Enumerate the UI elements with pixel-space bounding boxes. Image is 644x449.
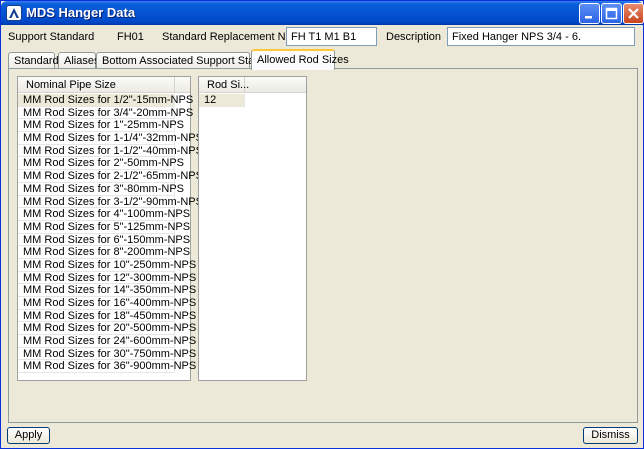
grid-header: Rod Si...	[199, 77, 306, 93]
dismiss-button[interactable]: Dismiss	[583, 427, 638, 444]
nominal-pipe-size-grid[interactable]: Nominal Pipe Size MM Rod Sizes for 1/2"-…	[17, 76, 203, 381]
close-button[interactable]	[623, 3, 644, 24]
table-cell: MM Rod Sizes for 6"-150mm-NPS	[18, 233, 190, 247]
table-cell: MM Rod Sizes for 18"-450mm-NPS	[18, 309, 196, 323]
support-standard-value: FH01	[117, 31, 144, 43]
hanger-data-window: MDS Hanger Data Support Standard FH01 St…	[0, 0, 644, 449]
table-cell: MM Rod Sizes for 16"-400mm-NPS	[18, 297, 196, 310]
minimize-icon	[585, 16, 592, 19]
table-cell: MM Rod Sizes for 36"-900mm-NPS	[18, 360, 196, 374]
table-cell: MM Rod Sizes for 1-1/2"-40mm-NPS	[18, 144, 203, 158]
description-label: Description	[386, 31, 442, 43]
table-cell: MM Rod Sizes for 3/4"-20mm-NPS	[18, 106, 193, 120]
table-cell: MM Rod Sizes for 2-1/2"-65mm-NPS	[18, 170, 203, 183]
tab-allowed-rod-sizes[interactable]: Allowed Rod Sizes	[251, 49, 349, 70]
table-cell: MM Rod Sizes for 4"-100mm-NPS	[18, 208, 190, 221]
window-title: MDS Hanger Data	[26, 5, 136, 20]
table-cell: MM Rod Sizes for 20"-500mm-NPS	[18, 322, 196, 336]
title-bar[interactable]: MDS Hanger Data	[1, 1, 644, 25]
tab-standard[interactable]: Standard	[8, 52, 59, 69]
table-cell: MM Rod Sizes for 2"-50mm-NPS	[18, 157, 184, 171]
tab-label: Standard	[14, 55, 59, 67]
table-cell: MM Rod Sizes for 10"-250mm-NPS	[18, 258, 196, 272]
rod-size-grid[interactable]: Rod Si... 12	[198, 76, 307, 381]
tab-label: Aliases	[64, 55, 100, 67]
table-cell: MM Rod Sizes for 24"-600mm-NPS	[18, 335, 196, 348]
table-cell: 12	[199, 94, 245, 107]
grid-header: Nominal Pipe Size	[18, 77, 190, 93]
minimize-button[interactable]	[579, 3, 600, 24]
tab-label: Allowed Rod Sizes	[257, 54, 349, 66]
apply-button[interactable]: Apply	[7, 427, 50, 444]
allowed-rod-sizes-panel: Nominal Pipe Size MM Rod Sizes for 1/2"-…	[8, 68, 638, 423]
table-cell: MM Rod Sizes for 1/2"-15mm-NPS	[18, 94, 193, 107]
replacement-name-field[interactable]: FH T1 M1 B1	[286, 27, 377, 46]
description-field[interactable]: Fixed Hanger NPS 3/4 - 6.	[447, 27, 635, 46]
table-cell: MM Rod Sizes for 8"-200mm-NPS	[18, 246, 190, 259]
tab-aliases[interactable]: Aliases	[58, 52, 100, 69]
maximize-button[interactable]	[601, 3, 622, 24]
table-cell: MM Rod Sizes for 3"-80mm-NPS	[18, 182, 184, 196]
table-cell: MM Rod Sizes for 1"-25mm-NPS	[18, 119, 184, 133]
close-icon	[628, 8, 639, 19]
table-cell: MM Rod Sizes for 3-1/2"-90mm-NPS	[18, 195, 203, 209]
tab-bottom-associated-support-standards[interactable]: Bottom Associated Support Standards	[96, 52, 288, 69]
table-cell: MM Rod Sizes for 30"-750mm-NPS	[18, 347, 196, 361]
app-icon	[6, 5, 22, 21]
maximize-icon	[605, 7, 618, 20]
table-cell: MM Rod Sizes for 5"-125mm-NPS	[18, 220, 190, 234]
column-header-nominal-pipe-size[interactable]: Nominal Pipe Size	[18, 77, 175, 93]
table-cell: MM Rod Sizes for 14"-350mm-NPS	[18, 284, 196, 297]
table-cell: MM Rod Sizes for 12"-300mm-NPS	[18, 271, 196, 285]
table-cell: MM Rod Sizes for 1-1/4"-32mm-NPS	[18, 132, 203, 145]
support-standard-label: Support Standard	[8, 31, 95, 43]
column-header-rod-size[interactable]: Rod Si...	[199, 77, 249, 93]
